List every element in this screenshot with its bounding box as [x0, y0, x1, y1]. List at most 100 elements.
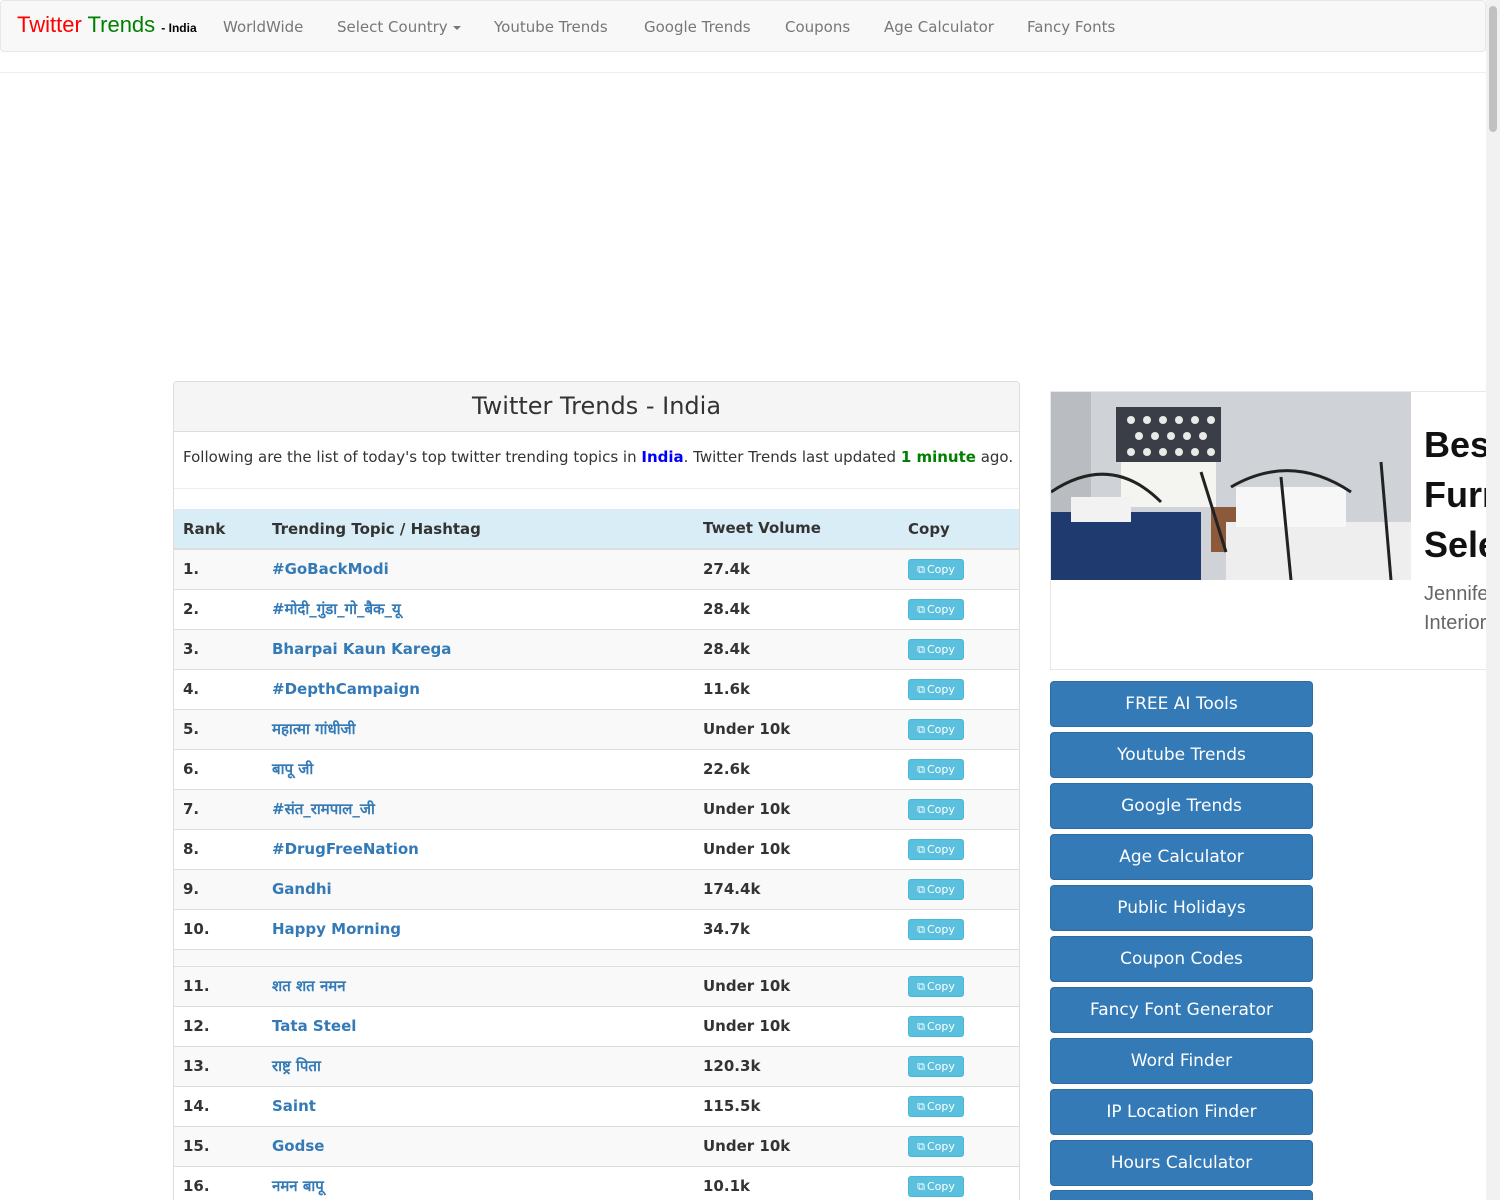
ad-subtitle: Jennifer Interiors: [1424, 580, 1486, 638]
ad-title-line: Furniture: [1424, 474, 1486, 515]
tweet-volume: 22.6k: [703, 760, 750, 778]
copy-icon: ⧉: [917, 843, 925, 856]
trend-rank: 11.: [183, 977, 210, 995]
tweet-volume: Under 10k: [703, 1017, 791, 1035]
copy-label: Copy: [926, 980, 955, 993]
tweet-volume: Under 10k: [703, 720, 791, 738]
copy-icon: ⧉: [917, 763, 925, 776]
copy-button[interactable]: ⧉ Copy: [908, 1016, 964, 1037]
trend-topic-link[interactable]: Happy Morning: [272, 910, 401, 949]
trend-topic-link[interactable]: Bharpai Kaun Karega: [272, 630, 451, 669]
trend-rank: 8.: [183, 840, 200, 858]
caret-down-icon: [452, 25, 461, 30]
tweet-volume: 27.4k: [703, 560, 750, 578]
copy-button[interactable]: ⧉ Copy: [908, 759, 964, 780]
trend-topic-link[interactable]: #DrugFreeNation: [272, 830, 419, 869]
copy-icon: ⧉: [917, 643, 925, 656]
table-row: 6. बापू जी 22.6k ⧉ Copy: [174, 750, 1019, 790]
nav-youtube-trends[interactable]: Youtube Trends: [494, 1, 608, 53]
nav-google-trends[interactable]: Google Trends: [644, 1, 751, 53]
nav-select-country-label: Select Country: [337, 18, 448, 36]
copy-button[interactable]: ⧉ Copy: [908, 639, 964, 660]
copy-label: Copy: [926, 803, 955, 816]
trend-topic-link[interactable]: राष्ट्र पिता: [272, 1047, 321, 1086]
tweet-volume: Under 10k: [703, 1137, 791, 1155]
copy-button[interactable]: ⧉ Copy: [908, 1136, 964, 1157]
copy-label: Copy: [926, 883, 955, 896]
trend-topic-link[interactable]: महात्मा गांधीजी: [272, 710, 356, 749]
sidebar-button-age-calculator[interactable]: Age Calculator: [1050, 834, 1313, 880]
site-brand-link[interactable]: Twitter Trends - India: [17, 12, 197, 41]
table-body: 1. #GoBackModi 27.4k ⧉ Copy 2. #मोदी_गुंडा_गो_…: [174, 550, 1019, 1200]
trend-topic-link[interactable]: बापू जी: [272, 750, 313, 789]
table-row: 15. Godse Under 10k ⧉ Copy: [174, 1127, 1019, 1167]
sidebar-button-public-holidays[interactable]: Public Holidays: [1050, 885, 1313, 931]
trend-topic-link[interactable]: #GoBackModi: [272, 550, 389, 589]
copy-button[interactable]: ⧉ Copy: [908, 679, 964, 700]
trend-topic-link[interactable]: शत शत नमन: [272, 967, 346, 1006]
scrollbar[interactable]: [1486, 0, 1500, 1200]
nav-coupons[interactable]: Coupons: [785, 1, 850, 53]
intro-prefix: Following are the list of today's top tw…: [183, 448, 642, 466]
nav-worldwide[interactable]: WorldWide: [223, 1, 303, 53]
ad-title[interactable]: Best Furniture Selection: [1424, 420, 1486, 570]
sidebar-button-word-finder[interactable]: Word Finder: [1050, 1038, 1313, 1084]
copy-icon: ⧉: [917, 563, 925, 576]
copy-button[interactable]: ⧉ Copy: [908, 976, 964, 997]
brand-country: - India: [161, 21, 197, 35]
scrollbar-thumb[interactable]: [1489, 6, 1497, 132]
header-volume: Tweet Volume: [703, 519, 821, 537]
table-row: 5. महात्मा गांधीजी Under 10k ⧉ Copy: [174, 710, 1019, 750]
sidebar-button-fancy-font-generator[interactable]: Fancy Font Generator: [1050, 987, 1313, 1033]
ad-image-bedroom[interactable]: [1051, 392, 1411, 581]
sidebar-button-ip-location-finder[interactable]: IP Location Finder: [1050, 1089, 1313, 1135]
copy-button[interactable]: ⧉ Copy: [908, 919, 964, 940]
trends-table: Rank Trending Topic / Hashtag Tweet Volu…: [174, 509, 1019, 1200]
copy-button[interactable]: ⧉ Copy: [908, 559, 964, 580]
trend-rank: 15.: [183, 1137, 210, 1155]
tweet-volume: 174.4k: [703, 880, 761, 898]
copy-label: Copy: [926, 603, 955, 616]
copy-label: Copy: [926, 923, 955, 936]
copy-icon: ⧉: [917, 683, 925, 696]
copy-button[interactable]: ⧉ Copy: [908, 1056, 964, 1077]
copy-button[interactable]: ⧉ Copy: [908, 879, 964, 900]
copy-label: Copy: [926, 643, 955, 656]
copy-label: Copy: [926, 683, 955, 696]
copy-button[interactable]: ⧉ Copy: [908, 799, 964, 820]
sidebar-button-coupon-codes[interactable]: Coupon Codes: [1050, 936, 1313, 982]
trend-topic-link[interactable]: Saint: [272, 1087, 316, 1126]
table-row: 8. #DrugFreeNation Under 10k ⧉ Copy: [174, 830, 1019, 870]
copy-button[interactable]: ⧉ Copy: [908, 1176, 964, 1197]
table-row: 16. नमन बापू 10.1k ⧉ Copy: [174, 1167, 1019, 1200]
sidebar-button-free-ai-tools[interactable]: FREE AI Tools: [1050, 681, 1313, 727]
trend-topic-link[interactable]: #DepthCampaign: [272, 670, 420, 709]
trend-topic-link[interactable]: #मोदी_गुंडा_गो_बैक_यू: [272, 590, 401, 629]
trend-rank: 3.: [183, 640, 200, 658]
copy-button[interactable]: ⧉ Copy: [908, 839, 964, 860]
trend-rank: 6.: [183, 760, 200, 778]
copy-button[interactable]: ⧉ Copy: [908, 719, 964, 740]
trend-topic-link[interactable]: #संत_रामपाल_जी: [272, 790, 375, 829]
trend-topic-link[interactable]: Tata Steel: [272, 1007, 356, 1046]
nav-fancy-fonts[interactable]: Fancy Fonts: [1027, 1, 1115, 53]
table-row: 1. #GoBackModi 27.4k ⧉ Copy: [174, 550, 1019, 590]
sidebar-button-more[interactable]: [1050, 1190, 1313, 1200]
copy-icon: ⧉: [917, 1020, 925, 1033]
tweet-volume: 115.5k: [703, 1097, 761, 1115]
header-rank: Rank: [183, 520, 226, 538]
nav-select-country-dropdown[interactable]: Select Country: [337, 1, 461, 53]
copy-button[interactable]: ⧉ Copy: [908, 599, 964, 620]
trend-topic-link[interactable]: नमन बापू: [272, 1167, 324, 1200]
copy-button[interactable]: ⧉ Copy: [908, 1096, 964, 1117]
sidebar-button-youtube-trends[interactable]: Youtube Trends: [1050, 732, 1313, 778]
trend-topic-link[interactable]: Godse: [272, 1127, 324, 1166]
tweet-volume: 34.7k: [703, 920, 750, 938]
copy-icon: ⧉: [917, 803, 925, 816]
advertisement[interactable]: Best Furniture Selection Jennifer Interiors: [1050, 391, 1486, 670]
sidebar-button-google-trends[interactable]: Google Trends: [1050, 783, 1313, 829]
nav-age-calculator[interactable]: Age Calculator: [884, 1, 994, 53]
trend-topic-link[interactable]: Gandhi: [272, 870, 332, 909]
sidebar-button-hours-calculator[interactable]: Hours Calculator: [1050, 1140, 1313, 1186]
panel-intro: Following are the list of today's top tw…: [174, 432, 1019, 489]
